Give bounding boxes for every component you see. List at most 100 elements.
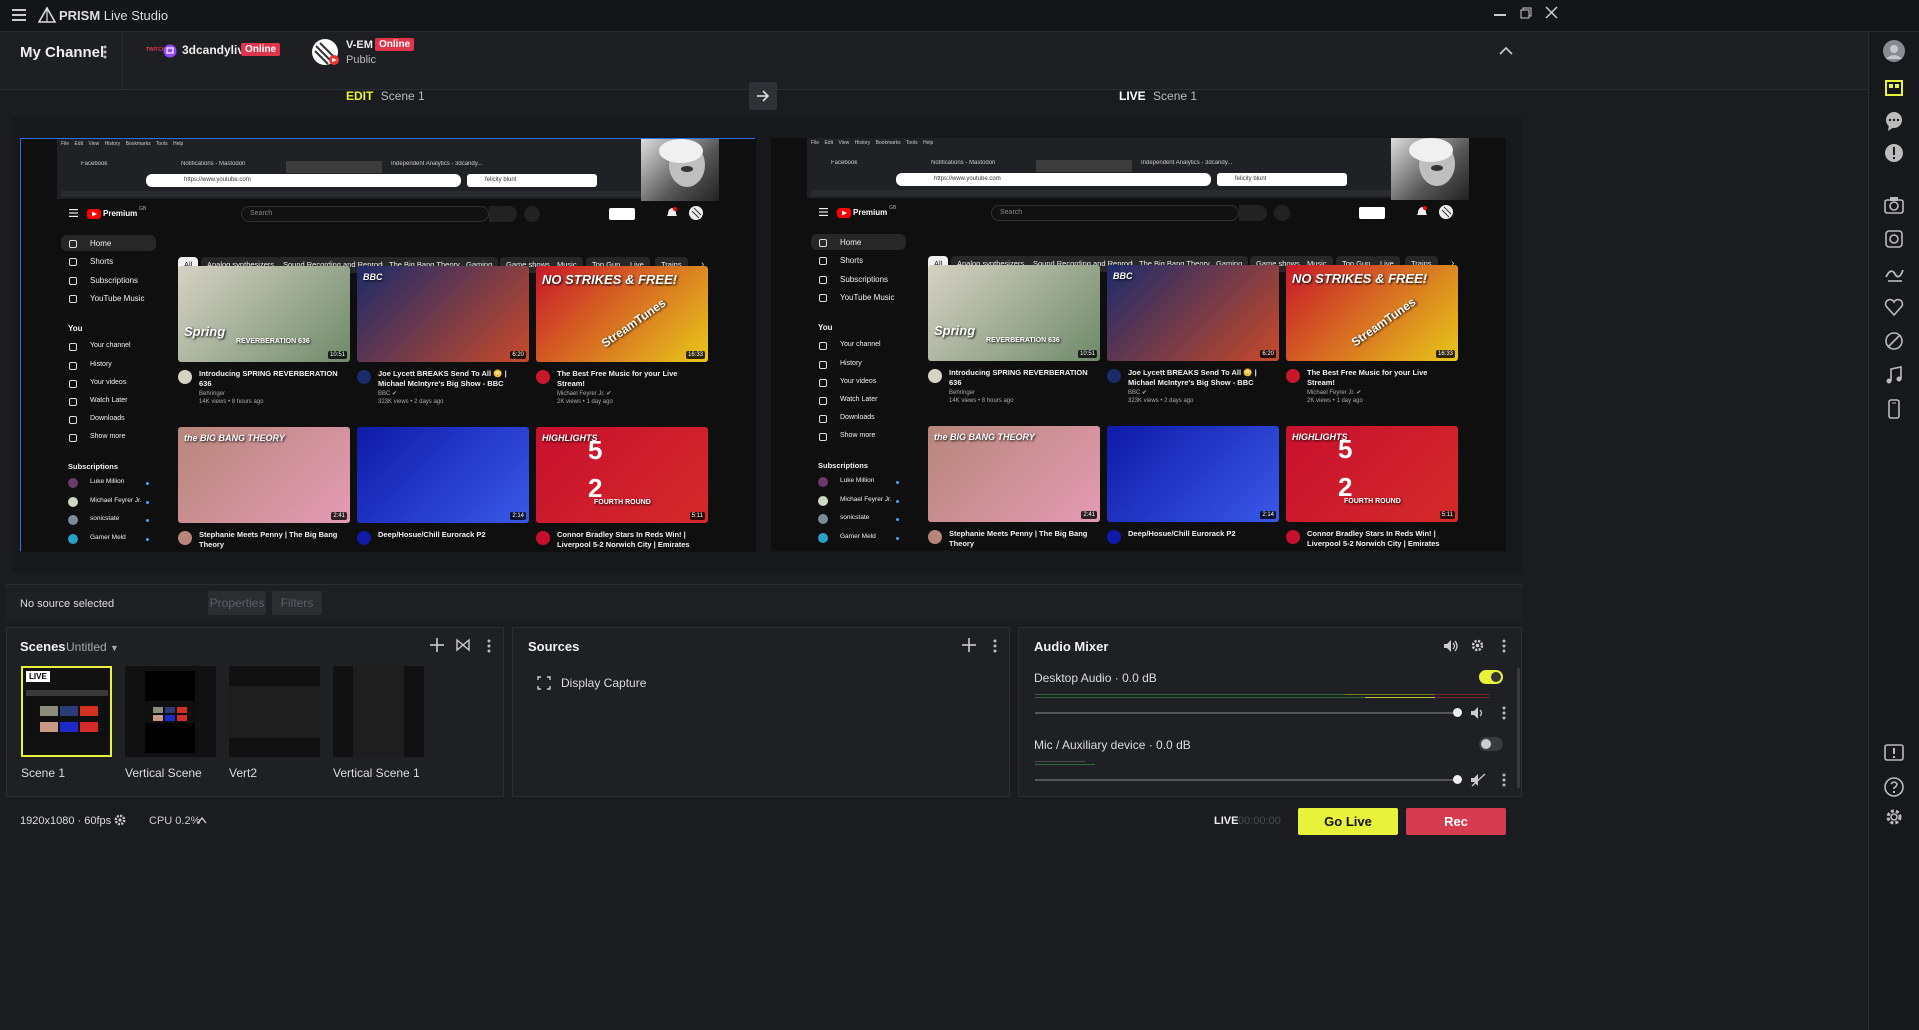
layout-icon[interactable] [1883,78,1905,100]
twitch-account-icon[interactable]: TWITCH [146,42,178,62]
scene-name-3[interactable]: Vert2 [229,766,257,780]
yt-you-item: Watch Later [840,396,878,403]
chat-icon[interactable] [1883,110,1905,132]
mixer-settings-gear-icon[interactable] [1470,638,1485,653]
browser-url: https://www.youtube.com [896,173,1211,186]
scene-thumb-scene-1[interactable]: LIVE [21,666,112,757]
notice-icon[interactable] [1883,142,1905,164]
yt-you-icon [819,433,827,441]
desktop-audio-toggle[interactable] [1479,670,1503,684]
scene-name-2[interactable]: Vertical Scene [125,766,202,780]
hamburger-menu-icon[interactable] [12,9,26,21]
yt-channel-avatar [1286,530,1300,544]
desktop-audio-volume-icon[interactable] [1470,706,1486,720]
yt-nav-item: Subscriptions [90,276,139,285]
minimize-icon[interactable] [1494,14,1506,16]
desktop-audio-slider[interactable] [1035,708,1462,717]
go-live-button[interactable]: Go Live [1298,808,1398,835]
yt-video-meta: 323K views • 2 days ago [378,399,444,405]
vem-account-avatar[interactable] [310,37,340,67]
live-scene-name: Scene 1 [1153,89,1198,103]
mobile-icon[interactable] [1883,398,1905,420]
beauty-effect-icon[interactable] [1883,330,1905,352]
desktop-audio-more-icon[interactable] [1501,705,1507,721]
browser-search-box: felicity blunt [1217,173,1347,186]
mixer-more-icon[interactable] [1501,638,1507,654]
yt-video-meta: 14K views • 8 hours ago [199,399,264,405]
transition-arrow-button[interactable] [749,82,777,110]
scene-collection-dropdown[interactable]: Untitled ▼ [66,640,119,654]
edit-preview[interactable]: File Edit View History Bookmarks Tools H… [20,138,756,552]
mic-aux-name: Mic / Auxiliary device [1034,738,1146,752]
scene-thumb-vertical-scene[interactable] [125,666,216,757]
yt-video-duration: 6:20 [510,351,526,359]
desktop-audio-meter [1035,694,1490,698]
yt-sub-avatar [68,515,78,525]
mic-aux-muted-icon[interactable] [1470,773,1486,787]
sticker-icon[interactable] [1883,296,1905,318]
captured-browser-screen: File Edit View History Bookmarks Tools H… [21,139,756,552]
scenes-more-icon[interactable] [486,638,492,654]
youtube-logo-icon [87,209,101,219]
yt-channel-avatar [928,530,942,544]
yt-nav-icon [819,276,827,284]
yt-nav-item: YouTube Music [90,294,145,303]
live-timer: 00:00:00 [1238,815,1281,827]
yt-mic-icon [524,206,540,222]
drawing-icon[interactable] [1883,262,1905,284]
yt-sub-avatar [68,497,78,507]
source-item-display-capture[interactable]: Display Capture [523,670,993,698]
yt-video-thumbnail: BBC 6:20 [357,266,529,362]
my-channel-label[interactable]: My Channel [20,44,104,61]
yt-you-icon [819,397,827,405]
yt-nav-icon [819,294,827,302]
scene-name-1[interactable]: Scene 1 [21,766,65,780]
channel-more-icon[interactable] [102,44,108,60]
rec-button[interactable]: Rec [1406,808,1506,835]
yt-thumb-overlay-text: NO STRIKES & FREE! [542,272,678,287]
music-icon[interactable] [1883,364,1905,386]
scene-thumb-vertical-scene-1[interactable] [333,666,424,757]
scene-thumb-vert2[interactable] [229,666,320,757]
yt-video-thumbnail: Spring REVERBERATION 636 10:51 [928,265,1100,361]
browser-tab [286,161,382,173]
yt-sub-item: sonicstate [90,515,120,522]
scene-transition-icon[interactable] [456,638,470,652]
browser-menu-item: Tools [905,140,918,146]
speaker-icon[interactable] [1443,639,1459,653]
scene-name-4[interactable]: Vertical Scene 1 [333,766,420,780]
yt-video-channel: Dave 33543 [1128,550,1160,551]
yt-sub-dot [146,519,149,522]
filters-button[interactable]: Filters [272,591,322,615]
yt-thumb-overlay-text: NO STRIKES & FREE! [1292,271,1428,286]
sources-more-icon[interactable] [992,638,998,654]
mixer-scrollbar[interactable] [1517,668,1520,788]
cpu-expand-chevron-icon[interactable] [197,817,207,824]
browser-menu-item: View [838,140,850,146]
account2-name[interactable]: V-EM [346,39,373,51]
mic-aux-toggle[interactable] [1479,737,1503,751]
virtual-background-icon[interactable] [1883,228,1905,250]
settings-gear-icon[interactable] [1883,806,1905,828]
profile-avatar-icon[interactable] [1883,40,1905,62]
yt-sub-avatar [68,478,78,488]
yt-channel-avatar [1286,369,1300,383]
close-icon[interactable] [1545,6,1558,19]
help-icon[interactable] [1883,776,1905,798]
yt-search-icon [489,206,517,222]
mic-aux-more-icon[interactable] [1501,772,1507,788]
alert-icon[interactable] [1883,742,1905,764]
yt-video-duration: 2:14 [510,512,526,520]
camera-icon[interactable] [1883,194,1905,216]
output-settings-gear-icon[interactable] [113,813,127,827]
add-scene-icon[interactable] [430,638,444,652]
add-source-icon[interactable] [962,638,976,652]
yt-nav-item: Home [90,239,112,248]
live-header: LIVE Scene 1 [1119,89,1197,103]
mic-aux-slider[interactable] [1035,775,1462,784]
properties-button[interactable]: Properties [208,591,266,615]
collapse-chevron-up-icon[interactable] [1499,46,1513,55]
yt-you-item: Watch Later [90,397,128,404]
source-properties-bar: No source selected Properties Filters [6,584,1522,621]
maximize-icon[interactable] [1520,7,1532,19]
